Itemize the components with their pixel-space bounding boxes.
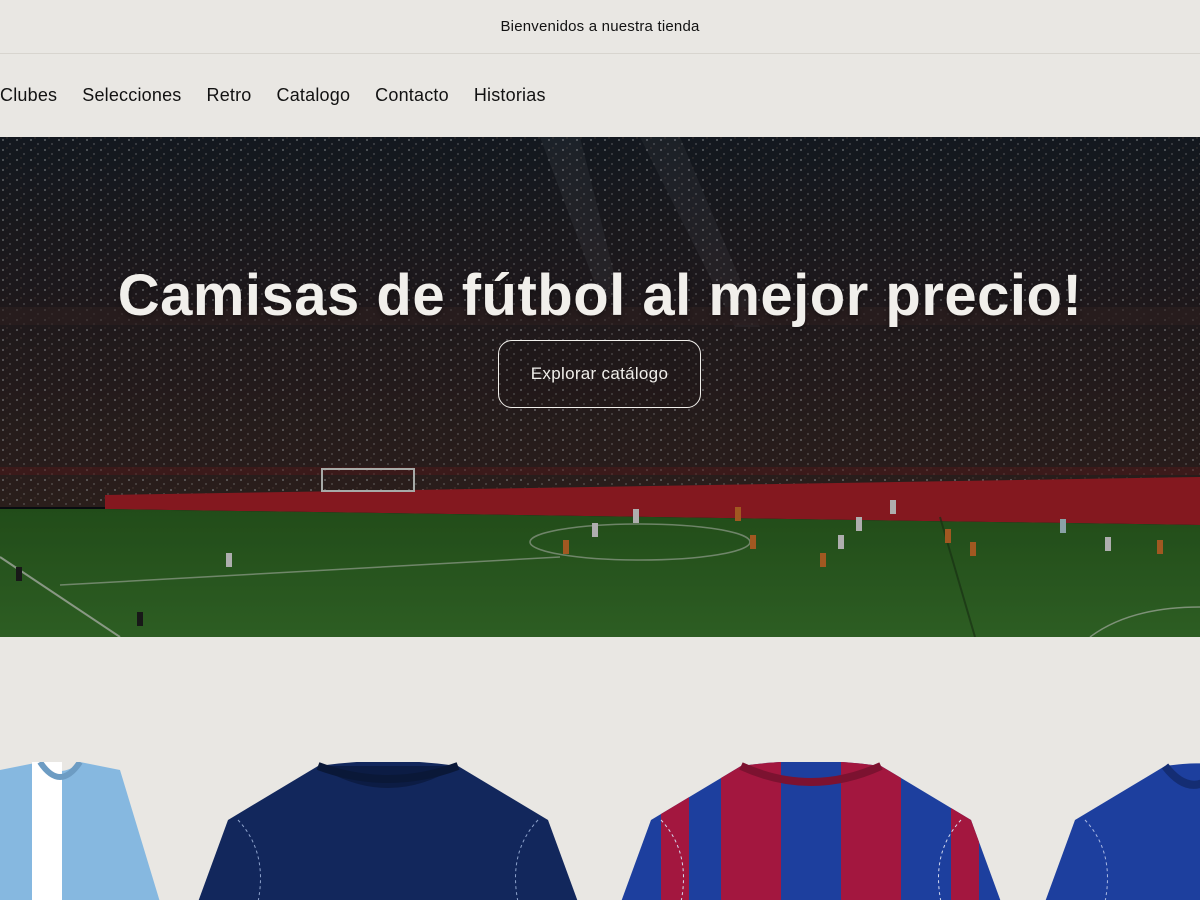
nav-item-catalogo[interactable]: Catalogo bbox=[277, 85, 351, 106]
nav-item-contacto[interactable]: Contacto bbox=[375, 85, 449, 106]
explore-catalog-button[interactable]: Explorar catálogo bbox=[498, 340, 701, 408]
product-card-sky-jersey[interactable] bbox=[0, 762, 160, 900]
nav-item-historias[interactable]: Historias bbox=[474, 85, 546, 106]
announcement-bar: Bienvenidos a nuestra tienda bbox=[0, 0, 1200, 54]
announcement-text: Bienvenidos a nuestra tienda bbox=[500, 18, 700, 35]
hero-title: Camisas de fútbol al mejor precio! bbox=[117, 263, 1083, 328]
nav-item-retro[interactable]: Retro bbox=[207, 85, 252, 106]
product-card-navy-jersey[interactable] bbox=[198, 762, 578, 900]
product-strip bbox=[0, 637, 1200, 900]
hero-banner: Camisas de fútbol al mejor precio! Explo… bbox=[0, 137, 1200, 637]
site-header: Clubes Selecciones Retro Catalogo Contac… bbox=[0, 54, 1200, 137]
product-card-blue-claret-jersey[interactable] bbox=[621, 762, 1001, 900]
nav-item-clubes[interactable]: Clubes bbox=[0, 85, 57, 106]
nav-item-selecciones[interactable]: Selecciones bbox=[82, 85, 181, 106]
product-card-royal-jersey[interactable] bbox=[1045, 762, 1200, 900]
main-nav: Clubes Selecciones Retro Catalogo Contac… bbox=[0, 85, 546, 106]
